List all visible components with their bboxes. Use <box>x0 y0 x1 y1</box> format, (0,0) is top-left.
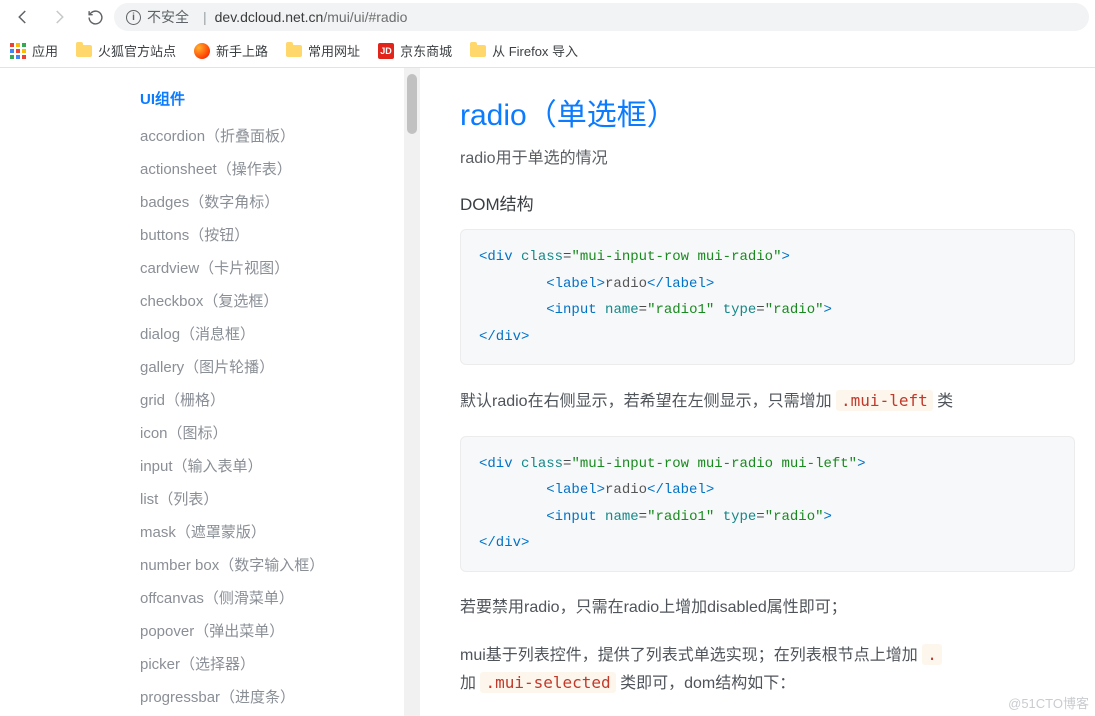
para3-pre: mui基于列表控件，提供了列表式单选实现；在列表根节点上增加 <box>460 647 922 664</box>
sidebar-item[interactable]: offcanvas（侧滑菜单） <box>140 581 420 614</box>
sidebar-item[interactable]: grid（栅格） <box>140 383 420 416</box>
bookmark-item[interactable]: JD 京东商城 <box>378 41 452 60</box>
sidebar-item[interactable]: badges（数字角标） <box>140 185 420 218</box>
page-subtitle: radio用于单选的情况 <box>460 144 1075 168</box>
sidebar-item[interactable]: buttons（按钮） <box>140 218 420 251</box>
scroll-thumb[interactable] <box>407 74 417 134</box>
bookmarks-bar: 应用 火狐官方站点 新手上路 常用网址 JD 京东商城 从 Firefox 导入 <box>0 34 1095 68</box>
sidebar-item[interactable]: input（输入表单） <box>140 449 420 482</box>
sidebar-item[interactable]: actionsheet（操作表） <box>140 152 420 185</box>
sidebar-item[interactable]: popover（弹出菜单） <box>140 614 420 647</box>
browser-toolbar: i 不安全 | dev.dcloud.net.cn/mui/ui/#radio <box>0 0 1095 34</box>
folder-icon <box>470 45 486 57</box>
bookmark-item[interactable]: 新手上路 <box>194 41 268 60</box>
bookmark-label: 京东商城 <box>400 41 452 60</box>
inline-code-mui-selected: .mui-selected <box>480 672 615 693</box>
bookmark-label: 火狐官方站点 <box>98 41 176 60</box>
page-title: radio（单选框） <box>460 90 1075 134</box>
sidebar-item[interactable]: icon（图标） <box>140 416 420 449</box>
code-block-2[interactable]: <div class="mui-input-row mui-radio mui-… <box>460 436 1075 572</box>
apps-label: 应用 <box>32 41 58 60</box>
apps-button[interactable]: 应用 <box>10 41 58 60</box>
reload-button[interactable] <box>86 8 104 26</box>
watermark: @51CTO博客 <box>1008 693 1089 712</box>
paragraph-3: mui基于列表控件，提供了列表式单选实现；在列表根节点上增加 . 加 .mui-… <box>460 641 1075 697</box>
insecure-label: 不安全 <box>147 7 189 27</box>
sidebar-title[interactable]: UI组件 <box>140 84 420 119</box>
para3-post: 类即可，dom结构如下： <box>616 675 796 692</box>
code-block-1[interactable]: <div class="mui-input-row mui-radio"> <l… <box>460 229 1075 365</box>
sidebar-item[interactable]: number box（数字输入框） <box>140 548 420 581</box>
sidebar-scrollbar[interactable] <box>404 68 420 716</box>
sidebar-item[interactable]: mask（遮罩蒙版） <box>140 515 420 548</box>
para1-pre: 默认radio在右侧显示，若希望在左侧显示，只需增加 <box>460 393 836 410</box>
sidebar-list: accordion（折叠面板）actionsheet（操作表）badges（数字… <box>140 119 420 716</box>
inline-code-dot: . <box>922 644 942 665</box>
sidebar-item[interactable]: checkbox（复选框） <box>140 284 420 317</box>
sidebar-item[interactable]: picker（选择器） <box>140 647 420 680</box>
address-bar[interactable]: i 不安全 | dev.dcloud.net.cn/mui/ui/#radio <box>114 3 1089 31</box>
inline-code-mui-left: .mui-left <box>836 390 933 411</box>
page-body: UI组件 accordion（折叠面板）actionsheet（操作表）badg… <box>0 68 1095 716</box>
bookmark-label: 新手上路 <box>216 41 268 60</box>
bookmark-item[interactable]: 常用网址 <box>286 41 360 60</box>
content-area: radio（单选框） radio用于单选的情况 DOM结构 <div class… <box>420 68 1095 716</box>
separator: | <box>203 9 207 25</box>
sidebar-item[interactable]: gallery（图片轮播） <box>140 350 420 383</box>
sidebar-item[interactable]: cardview（卡片视图） <box>140 251 420 284</box>
forward-button[interactable] <box>50 8 68 26</box>
firefox-icon <box>194 43 210 59</box>
paragraph-1: 默认radio在右侧显示，若希望在左侧显示，只需增加 .mui-left 类 <box>460 387 1075 415</box>
bookmark-item[interactable]: 从 Firefox 导入 <box>470 41 578 60</box>
sidebar[interactable]: UI组件 accordion（折叠面板）actionsheet（操作表）badg… <box>120 68 420 716</box>
sidebar-container: UI组件 accordion（折叠面板）actionsheet（操作表）badg… <box>0 68 420 716</box>
sidebar-item[interactable]: list（列表） <box>140 482 420 515</box>
dom-heading: DOM结构 <box>460 190 1075 215</box>
back-button[interactable] <box>14 8 32 26</box>
sidebar-item[interactable]: dialog（消息框） <box>140 317 420 350</box>
para1-post: 类 <box>933 393 953 410</box>
site-info[interactable]: i 不安全 <box>126 7 189 27</box>
bookmark-label: 从 Firefox 导入 <box>492 41 578 60</box>
url-host: dev.dcloud.net.cn <box>215 9 324 25</box>
bookmark-items: 火狐官方站点 新手上路 常用网址 JD 京东商城 从 Firefox 导入 <box>76 41 578 60</box>
paragraph-2: 若要禁用radio，只需在radio上增加disabled属性即可； <box>460 594 1075 621</box>
folder-icon <box>286 45 302 57</box>
para3-mid: 加 <box>460 675 480 692</box>
sidebar-item[interactable]: progressbar（进度条） <box>140 680 420 713</box>
apps-icon <box>10 43 26 59</box>
jd-icon: JD <box>378 43 394 59</box>
sidebar-item[interactable]: accordion（折叠面板） <box>140 119 420 152</box>
info-icon: i <box>126 10 141 25</box>
url-path: /mui/ui/#radio <box>323 9 407 25</box>
bookmark-item[interactable]: 火狐官方站点 <box>76 41 176 60</box>
folder-icon <box>76 45 92 57</box>
bookmark-label: 常用网址 <box>308 41 360 60</box>
nav-buttons <box>6 8 104 26</box>
